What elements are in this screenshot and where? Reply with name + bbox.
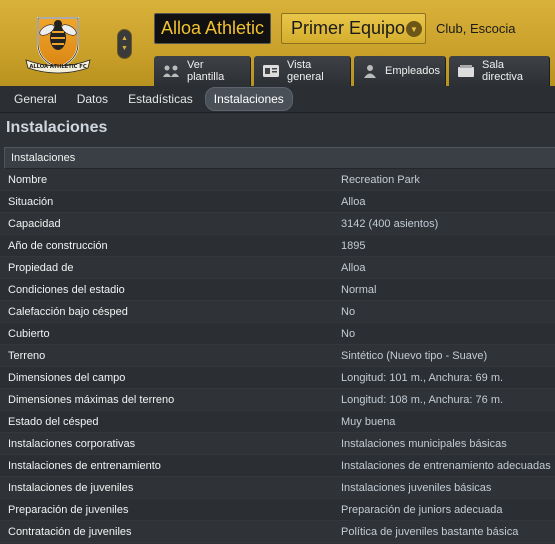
row-value: Longitud: 108 m., Anchura: 76 m. — [341, 393, 504, 406]
chevron-down-icon[interactable]: ▼ — [406, 21, 422, 37]
table-row: Dimensiones del campo Longitud: 101 m., A… — [0, 367, 555, 389]
row-value: Instalaciones juveniles básicas — [341, 481, 492, 494]
row-value: Recreation Park — [341, 173, 420, 186]
row-label: Instalaciones de entrenamiento — [8, 459, 161, 472]
row-label: Contratación de juveniles — [8, 525, 132, 538]
row-value: Longitud: 101 m., Anchura: 69 m. — [341, 371, 504, 384]
table-row: Condiciones del estadio Normal — [0, 279, 555, 301]
table-row: Contratación de juveniles Política de juv… — [0, 521, 555, 543]
nav-tab-overview[interactable]: Vista general — [254, 56, 351, 86]
table-row: Preparación de juveniles Preparación de j… — [0, 499, 555, 521]
table-row: Año de construcción 1895 — [0, 235, 555, 257]
row-label: Dimensiones máximas del terreno — [8, 393, 175, 406]
table-row: Instalaciones de juveniles Instalaciones … — [0, 477, 555, 499]
row-label: Preparación de juveniles — [8, 503, 129, 516]
subtab-instalaciones[interactable]: Instalaciones — [204, 87, 293, 111]
svg-text:ALLOA ATHLETIC FC: ALLOA ATHLETIC FC — [29, 64, 86, 70]
row-label: Propiedad de — [8, 261, 74, 274]
table-row: Terreno Sintético (Nuevo tipo - Suave) — [0, 345, 555, 367]
table-body: Nombre Recreation Park Situación Alloa Capac… — [0, 169, 555, 543]
scroll-down-icon[interactable]: ▼ — [121, 45, 128, 53]
row-value: Instalaciones de entrenamiento adecuadas — [341, 459, 551, 472]
club-scroll-arrows[interactable]: ▲ ▼ — [117, 29, 132, 59]
nav-tab-board-room[interactable]: Sala directiva — [449, 56, 550, 86]
club-nav-tabs: Ver plantilla Vista general Empleados Sa… — [154, 56, 553, 86]
row-value: Preparación de juniors adecuada — [341, 503, 503, 516]
id-card-icon — [263, 65, 279, 77]
nav-tab-label: Ver plantilla — [187, 59, 225, 83]
subtab-general[interactable]: General — [6, 88, 65, 110]
row-label: Cubierto — [8, 327, 50, 340]
table-row: Situación Alloa — [0, 191, 555, 213]
table-row: Propiedad de Alloa — [0, 257, 555, 279]
table-row: Estado del césped Muy buena — [0, 411, 555, 433]
team-selector[interactable]: Primer Equipo ▼ — [281, 13, 426, 44]
row-label: Estado del césped — [8, 415, 99, 428]
squad-icon — [163, 65, 179, 77]
team-selector-label: Primer Equipo — [291, 18, 406, 38]
row-label: Condiciones del estadio — [8, 283, 125, 296]
club-name[interactable]: Alloa Athletic — [154, 13, 271, 44]
table-header: Instalaciones — [4, 147, 555, 169]
nav-tab-label: Vista general — [287, 59, 324, 83]
row-value: No — [341, 327, 356, 340]
row-value: Alloa — [341, 195, 366, 208]
table-row: Capacidad 3142 (400 asientos) — [0, 213, 555, 235]
table-row: Calefacción bajo césped No — [0, 301, 555, 323]
row-value: 1895 — [341, 239, 366, 252]
table-row: Instalaciones de entrenamiento Instalacio… — [0, 455, 555, 477]
row-label: Instalaciones corporativas — [8, 437, 136, 450]
row-value: Política de juveniles bastante básica — [341, 525, 519, 538]
club-crest-logo: ALLOA ATHLETIC FC — [25, 17, 91, 74]
person-icon — [364, 65, 376, 78]
row-label: Nombre — [8, 173, 48, 186]
facilities-table: Instalaciones Nombre Recreation Park Situa… — [0, 147, 555, 543]
row-label: Terreno — [8, 349, 46, 362]
subtab-estadisticas[interactable]: Estadísticas — [120, 88, 201, 110]
row-label: Situación — [8, 195, 54, 208]
club-header: ALLOA ATHLETIC FC ▲ ▼ Alloa Athletic Pri… — [0, 0, 555, 86]
nav-tab-squad[interactable]: Ver plantilla — [154, 56, 251, 86]
nav-tab-label: Sala directiva — [482, 59, 523, 83]
club-country: Club, Escocia — [436, 21, 516, 36]
nav-tab-staff[interactable]: Empleados — [354, 56, 446, 86]
row-value: Sintético (Nuevo tipo - Suave) — [341, 349, 488, 362]
row-value: Instalaciones municipales básicas — [341, 437, 507, 450]
table-row: Cubierto No — [0, 323, 555, 345]
subtab-datos[interactable]: Datos — [69, 88, 116, 110]
table-row: Dimensiones máximas del terreno Longitud:… — [0, 389, 555, 411]
row-label: Año de construcción — [8, 239, 108, 252]
board-room-icon — [458, 65, 474, 77]
row-label: Capacidad — [8, 217, 61, 230]
table-row: Nombre Recreation Park — [0, 169, 555, 191]
scroll-up-icon[interactable]: ▲ — [121, 35, 128, 43]
subtab-bar: General Datos Estadísticas Instalaciones — [0, 86, 555, 113]
row-value: Muy buena — [341, 415, 396, 428]
row-label: Dimensiones del campo — [8, 371, 126, 384]
row-value: No — [341, 305, 356, 318]
table-row: Instalaciones corporativas Instalaciones … — [0, 433, 555, 455]
page-title: Instalaciones — [6, 119, 108, 136]
nav-tab-label: Empleados — [385, 65, 441, 77]
row-value: Normal — [341, 283, 377, 296]
row-value: 3142 (400 asientos) — [341, 217, 439, 230]
row-label: Instalaciones de juveniles — [8, 481, 134, 494]
row-label: Calefacción bajo césped — [8, 305, 128, 318]
row-value: Alloa — [341, 261, 366, 274]
